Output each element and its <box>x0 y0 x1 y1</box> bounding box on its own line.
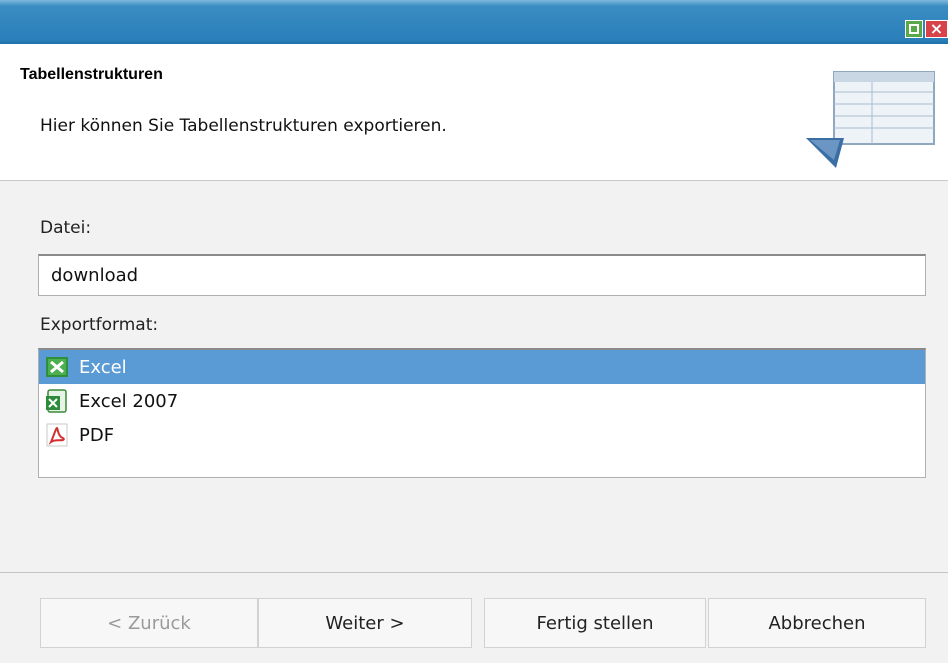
page-title: Tabellenstrukturen <box>20 66 163 83</box>
title-bar: × <box>0 0 948 44</box>
finish-button[interactable]: Fertig stellen <box>484 598 706 648</box>
next-button[interactable]: Weiter > <box>258 598 472 648</box>
export-format-label: Exportformat: <box>40 315 159 335</box>
format-item-excel-2007[interactable]: Excel 2007 <box>39 384 925 418</box>
close-icon[interactable]: × <box>925 20 948 38</box>
excel-icon <box>46 357 68 377</box>
file-label: Datei: <box>40 218 92 238</box>
format-label: Excel 2007 <box>79 390 179 412</box>
maximize-icon[interactable] <box>905 20 923 38</box>
format-label: Excel <box>79 356 127 378</box>
excel-2007-icon <box>46 389 67 413</box>
export-format-list[interactable]: Excel Excel 2007 PDF <box>38 348 926 478</box>
format-item-excel[interactable]: Excel <box>39 350 925 384</box>
back-button[interactable]: < Zurück <box>40 598 258 648</box>
table-structure-icon <box>806 71 935 168</box>
format-item-pdf[interactable]: PDF <box>39 418 925 452</box>
file-name-input[interactable] <box>38 254 926 296</box>
cancel-button[interactable]: Abbrechen <box>708 598 926 648</box>
footer-divider <box>0 572 948 573</box>
page-description: Hier können Sie Tabellenstrukturen expor… <box>40 116 447 136</box>
format-label: PDF <box>79 424 115 446</box>
wizard-header: Tabellenstrukturen Hier können Sie Tabel… <box>0 44 948 181</box>
pdf-icon <box>46 423 68 447</box>
